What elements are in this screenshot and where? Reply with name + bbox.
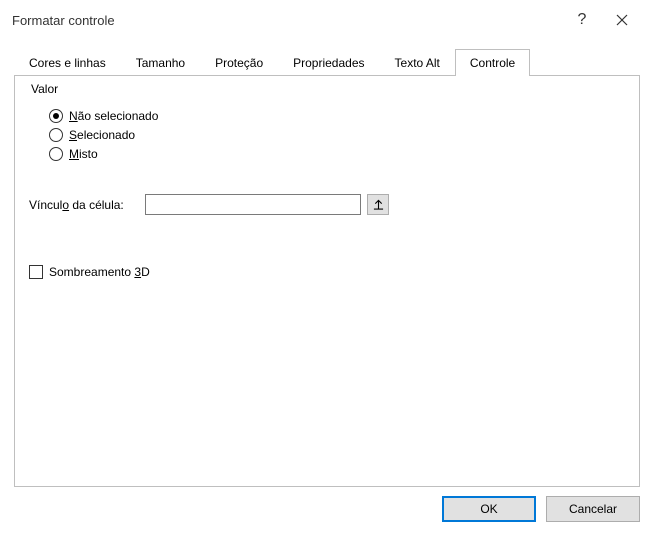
tab-size[interactable]: Tamanho	[121, 49, 200, 76]
radio-label: Selecionado	[69, 128, 135, 142]
group-valor-label: Valor	[29, 82, 60, 96]
radio-label: Misto	[69, 147, 98, 161]
radio-selecionado[interactable]: Selecionado	[49, 128, 615, 142]
tab-strip: Cores e linhas Tamanho Proteção Propried…	[14, 48, 640, 75]
tab-control[interactable]: Controle	[455, 49, 530, 76]
group-valor: Valor Não selecionado Selecionado Misto	[29, 90, 625, 176]
radio-misto[interactable]: Misto	[49, 147, 615, 161]
tab-colors-lines[interactable]: Cores e linhas	[14, 49, 121, 76]
close-icon	[616, 14, 628, 26]
close-button[interactable]	[602, 0, 642, 40]
checkbox-icon	[29, 265, 43, 279]
titlebar: Formatar controle ?	[0, 0, 654, 40]
checkbox-label: Sombreamento 3D	[49, 265, 150, 279]
tab-alt-text[interactable]: Texto Alt	[380, 49, 455, 76]
radio-label: Não selecionado	[69, 109, 158, 123]
ok-button[interactable]: OK	[442, 496, 536, 522]
cell-link-row: Vínculo da célula:	[29, 194, 625, 215]
help-button[interactable]: ?	[562, 0, 602, 40]
help-icon: ?	[578, 11, 587, 29]
tab-panel-control: Valor Não selecionado Selecionado Misto …	[14, 75, 640, 487]
dialog-footer: OK Cancelar	[442, 496, 640, 522]
range-selector-button[interactable]	[367, 194, 389, 215]
window-title: Formatar controle	[12, 13, 562, 28]
tab-properties[interactable]: Propriedades	[278, 49, 379, 76]
cancel-button[interactable]: Cancelar	[546, 496, 640, 522]
radio-icon	[49, 147, 63, 161]
radio-icon	[49, 128, 63, 142]
radio-nao-selecionado[interactable]: Não selecionado	[49, 109, 615, 123]
cell-link-label: Vínculo da célula:	[29, 198, 139, 212]
checkbox-shading-3d[interactable]: Sombreamento 3D	[29, 265, 625, 279]
cell-link-input[interactable]	[145, 194, 361, 215]
radio-icon	[49, 109, 63, 123]
tab-protection[interactable]: Proteção	[200, 49, 278, 76]
range-selector-icon	[373, 199, 384, 210]
